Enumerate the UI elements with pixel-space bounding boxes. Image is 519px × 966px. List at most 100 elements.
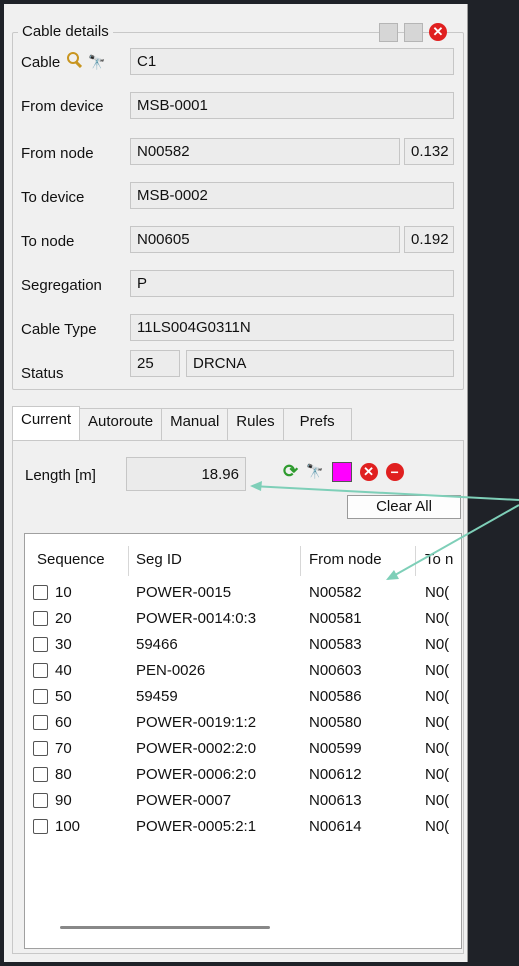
cable-panel: Cable details ✕ Cable 🔭 C1 From device M…: [4, 4, 468, 962]
column-header-sequence[interactable]: Sequence: [37, 551, 105, 568]
horizontal-scrollbar[interactable]: [60, 926, 270, 929]
route-toolbar: ⟳ 🔭 ✕ −: [283, 461, 404, 482]
cell-sequence: 20: [55, 610, 72, 627]
cell-to-node: N0(: [425, 740, 450, 757]
tab-current[interactable]: Current: [12, 406, 81, 443]
cell-from-node: N00612: [309, 766, 362, 783]
table-row[interactable]: 20 POWER-0014:0:3 N00581 N0(: [25, 606, 461, 632]
column-header-to-node[interactable]: To n: [425, 551, 453, 568]
cell-to-node: N0(: [425, 610, 450, 627]
cell-sequence: 10: [55, 584, 72, 601]
cell-to-node: N0(: [425, 792, 450, 809]
row-checkbox[interactable]: [33, 663, 48, 678]
column-divider: [128, 546, 129, 576]
status-code-field[interactable]: 25: [130, 350, 180, 377]
row-checkbox[interactable]: [33, 585, 48, 600]
cell-from-node: N00603: [309, 662, 362, 679]
table-row[interactable]: 100 POWER-0005:2:1 N00614 N0(: [25, 814, 461, 840]
tab-rules[interactable]: Rules: [227, 408, 284, 441]
refresh-icon[interactable]: ⟳: [283, 461, 298, 482]
cable-label: Cable: [21, 54, 61, 71]
table-row[interactable]: 90 POWER-0007 N00613 N0(: [25, 788, 461, 814]
cable-type-field[interactable]: 11LS004G0311N: [130, 314, 454, 341]
binoculars-icon[interactable]: 🔭: [88, 54, 105, 71]
table-row[interactable]: 10 POWER-0015 N00582 N0(: [25, 580, 461, 606]
remove-icon[interactable]: −: [385, 462, 404, 481]
cell-from-node: N00582: [309, 584, 362, 601]
to-node-label: To node: [21, 233, 75, 250]
table-row[interactable]: 70 POWER-0002:2:0 N00599 N0(: [25, 736, 461, 762]
cell-sequence: 60: [55, 714, 72, 731]
column-header-from-node[interactable]: From node: [309, 551, 382, 568]
cell-from-node: N00614: [309, 818, 362, 835]
status-label: Status: [21, 365, 64, 382]
cable-details-title: Cable details: [18, 23, 113, 40]
cell-from-node: N00599: [309, 740, 362, 757]
table-header: Sequence Seg ID From node To n: [25, 546, 461, 576]
row-checkbox[interactable]: [33, 715, 48, 730]
table-row[interactable]: 30 59466 N00583 N0(: [25, 632, 461, 658]
row-checkbox[interactable]: [33, 637, 48, 652]
cell-seg-id: POWER-0002:2:0: [136, 740, 257, 757]
clear-all-button[interactable]: Clear All: [347, 495, 461, 519]
to-node-field[interactable]: N00605: [130, 226, 400, 253]
report-icon[interactable]: [379, 23, 398, 42]
tab-manual[interactable]: Manual: [161, 408, 229, 441]
status-field[interactable]: DRCNA: [186, 350, 454, 377]
cell-from-node: N00586: [309, 688, 362, 705]
table-row[interactable]: 40 PEN-0026 N00603 N0(: [25, 658, 461, 684]
row-checkbox[interactable]: [33, 767, 48, 782]
cell-to-node: N0(: [425, 662, 450, 679]
cell-seg-id: POWER-0015: [136, 584, 232, 601]
column-header-seg-id[interactable]: Seg ID: [136, 551, 182, 568]
cell-seg-id: 59466: [136, 636, 178, 653]
cell-sequence: 80: [55, 766, 72, 783]
cell-seg-id: POWER-0019:1:2: [136, 714, 257, 731]
from-node-field[interactable]: N00582: [130, 138, 400, 165]
cell-to-node: N0(: [425, 714, 450, 731]
cell-seg-id: POWER-0007: [136, 792, 232, 809]
from-device-label: From device: [21, 98, 104, 115]
color-swatch[interactable]: [331, 461, 352, 482]
cell-sequence: 30: [55, 636, 72, 653]
cell-from-node: N00583: [309, 636, 362, 653]
segregation-field[interactable]: P: [130, 270, 454, 297]
from-node-offset-field[interactable]: 0.132: [404, 138, 454, 165]
delete-icon[interactable]: ✕: [359, 462, 378, 481]
cell-to-node: N0(: [425, 766, 450, 783]
column-divider: [300, 546, 301, 576]
cell-seg-id: POWER-0006:2:0: [136, 766, 257, 783]
tab-autoroute[interactable]: Autoroute: [79, 408, 163, 441]
to-node-offset-field[interactable]: 0.192: [404, 226, 454, 253]
from-device-field[interactable]: MSB-0001: [130, 92, 454, 119]
cell-to-node: N0(: [425, 584, 450, 601]
cell-seg-id: PEN-0026: [136, 662, 206, 679]
cable-field[interactable]: C1: [130, 48, 454, 75]
row-checkbox[interactable]: [33, 611, 48, 626]
tab-prefs[interactable]: Prefs: [282, 408, 352, 441]
cell-sequence: 50: [55, 688, 72, 705]
table-row[interactable]: 60 POWER-0019:1:2 N00580 N0(: [25, 710, 461, 736]
cell-to-node: N0(: [425, 818, 450, 835]
table-row[interactable]: 50 59459 N00586 N0(: [25, 684, 461, 710]
row-checkbox[interactable]: [33, 689, 48, 704]
cell-seg-id: POWER-0005:2:1: [136, 818, 257, 835]
cell-seg-id: POWER-0014:0:3: [136, 610, 257, 627]
cable-type-label: Cable Type: [21, 321, 97, 338]
binoculars-icon[interactable]: 🔭: [306, 463, 323, 480]
to-device-label: To device: [21, 189, 85, 206]
length-label: Length [m]: [25, 467, 96, 484]
row-checkbox[interactable]: [33, 819, 48, 834]
close-icon[interactable]: ✕: [429, 23, 447, 41]
cell-sequence: 40: [55, 662, 72, 679]
tab-bar: Current Autoroute Manual Rules Prefs: [12, 406, 352, 443]
search-icon[interactable]: [66, 52, 82, 68]
row-checkbox[interactable]: [33, 793, 48, 808]
cell-from-node: N00580: [309, 714, 362, 731]
table-row[interactable]: 80 POWER-0006:2:0 N00612 N0(: [25, 762, 461, 788]
cell-from-node: N00581: [309, 610, 362, 627]
row-checkbox[interactable]: [33, 741, 48, 756]
to-device-field[interactable]: MSB-0002: [130, 182, 454, 209]
cell-to-node: N0(: [425, 688, 450, 705]
save-icon[interactable]: [404, 23, 423, 42]
